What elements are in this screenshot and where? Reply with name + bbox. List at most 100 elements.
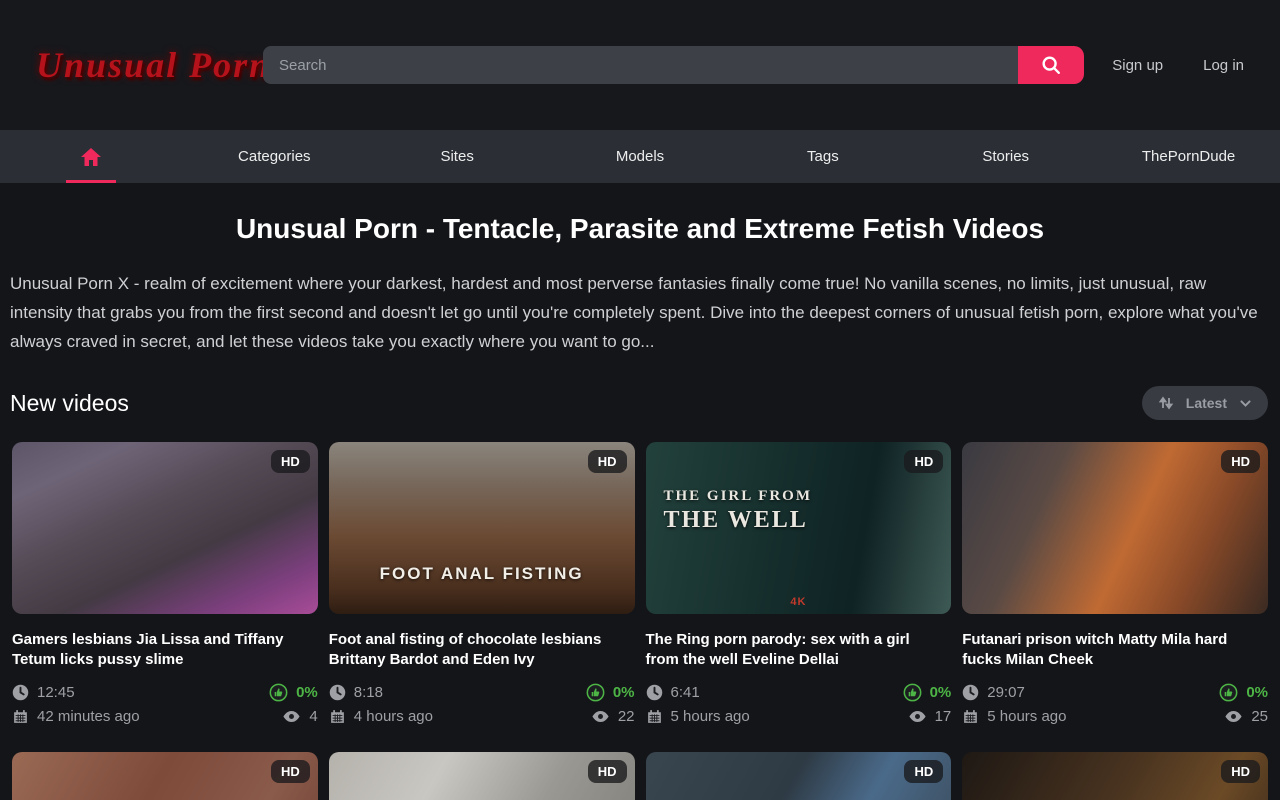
video-views: 17 [908,707,952,726]
thumbnail-caption: FOOT ANAL FISTING [329,564,635,584]
page-title: Unusual Porn - Tentacle, Parasite and Ex… [0,213,1280,245]
video-card[interactable]: HD [12,752,318,800]
hd-badge: HD [271,760,310,783]
eye-icon [591,707,610,726]
eye-icon [282,707,301,726]
video-thumbnail[interactable]: HD [12,752,318,800]
nav-item-categories[interactable]: Categories [183,130,366,183]
video-thumbnail[interactable]: HD [329,752,635,800]
video-meta-row: 4 hours ago 22 [329,704,635,728]
video-age: 5 hours ago [646,708,750,725]
video-rating: 0% [903,683,952,702]
home-icon [79,145,103,169]
header: Unusual Porn Sign up Log in [0,0,1280,130]
video-title[interactable]: Gamers lesbians Jia Lissa and Tiffany Te… [12,630,318,670]
site-logo[interactable]: Unusual Porn [36,44,231,86]
eye-icon [1224,707,1243,726]
search-button[interactable] [1018,46,1084,84]
video-grid: HD HD HD HD [0,752,1280,800]
video-duration: 12:45 [12,684,75,701]
video-age: 4 hours ago [329,708,433,725]
video-meta-row: 5 hours ago 25 [962,704,1268,728]
thumbnail-caption: THE GIRL FROM THE WELL [664,488,813,534]
video-card[interactable]: FOOT ANAL FISTING HD Foot anal fisting o… [329,442,635,728]
hd-badge: HD [271,450,310,473]
section-header: New videos Latest [10,386,1268,420]
nav-item-sites[interactable]: Sites [366,130,549,183]
thumbs-up-icon [1219,683,1238,702]
video-meta-row: 5 hours ago 17 [646,704,952,728]
video-card[interactable]: THE GIRL FROM THE WELL 4K HD The Ring po… [646,442,952,728]
sort-arrows-icon [1158,395,1174,411]
video-card[interactable]: HD [962,752,1268,800]
video-meta-row: 42 minutes ago 4 [12,704,318,728]
thumbs-up-icon [903,683,922,702]
video-title[interactable]: The Ring porn parody: sex with a girl fr… [646,630,952,670]
nav-item-stories[interactable]: Stories [914,130,1097,183]
eye-icon [908,707,927,726]
video-card[interactable]: HD Futanari prison witch Matty Mila hard… [962,442,1268,728]
sort-dropdown[interactable]: Latest [1142,386,1268,420]
video-meta-row: 6:41 0% [646,680,952,704]
video-thumbnail[interactable]: HD [962,442,1268,614]
login-link[interactable]: Log in [1203,57,1244,74]
auth-links: Sign up Log in [1112,57,1244,74]
calendar-icon [329,708,346,725]
video-rating: 0% [269,683,318,702]
hd-badge: HD [1221,450,1260,473]
chevron-down-icon [1239,397,1252,410]
hd-badge: HD [904,760,943,783]
video-rating: 0% [586,683,635,702]
video-thumbnail[interactable]: HD [12,442,318,614]
search-input[interactable] [263,46,1018,84]
video-meta-row: 12:45 0% [12,680,318,704]
video-card[interactable]: HD [646,752,952,800]
calendar-icon [646,708,663,725]
search-icon [1040,54,1062,76]
video-thumbnail[interactable]: FOOT ANAL FISTING HD [329,442,635,614]
hd-badge: HD [1221,760,1260,783]
hd-badge: HD [588,450,627,473]
thumbs-up-icon [269,683,288,702]
video-grid: HD Gamers lesbians Jia Lissa and Tiffany… [0,442,1280,728]
active-tab-underline [66,180,116,183]
video-views: 22 [591,707,635,726]
section-title: New videos [10,390,129,417]
clock-icon [646,684,663,701]
page-description: Unusual Porn X - realm of excitement whe… [0,269,1280,356]
video-age: 42 minutes ago [12,708,140,725]
calendar-icon [12,708,29,725]
main-nav: Categories Sites Models Tags Stories The… [0,130,1280,183]
video-views: 4 [282,707,317,726]
video-title[interactable]: Futanari prison witch Matty Mila hard fu… [962,630,1268,670]
video-thumbnail[interactable]: THE GIRL FROM THE WELL 4K HD [646,442,952,614]
video-duration: 29:07 [962,684,1025,701]
clock-icon [329,684,346,701]
video-card[interactable]: HD Gamers lesbians Jia Lissa and Tiffany… [12,442,318,728]
search-bar [263,46,1084,84]
video-views: 25 [1224,707,1268,726]
sort-label: Latest [1186,395,1227,411]
nav-item-theporndude[interactable]: ThePornDude [1097,130,1280,183]
calendar-icon [962,708,979,725]
nav-item-models[interactable]: Models [549,130,732,183]
video-meta-row: 8:18 0% [329,680,635,704]
nav-item-home[interactable] [0,130,183,183]
clock-icon [12,684,29,701]
video-rating: 0% [1219,683,1268,702]
video-thumbnail[interactable]: HD [646,752,952,800]
video-thumbnail[interactable]: HD [962,752,1268,800]
video-age: 5 hours ago [962,708,1066,725]
video-meta-row: 29:07 0% [962,680,1268,704]
hd-badge: HD [904,450,943,473]
hd-badge: HD [588,760,627,783]
thumbnail-quality-tag: 4K [646,596,952,608]
video-title[interactable]: Foot anal fisting of chocolate lesbians … [329,630,635,670]
video-duration: 6:41 [646,684,700,701]
video-duration: 8:18 [329,684,383,701]
thumbs-up-icon [586,683,605,702]
nav-item-tags[interactable]: Tags [731,130,914,183]
video-card[interactable]: HD [329,752,635,800]
clock-icon [962,684,979,701]
signup-link[interactable]: Sign up [1112,57,1163,74]
